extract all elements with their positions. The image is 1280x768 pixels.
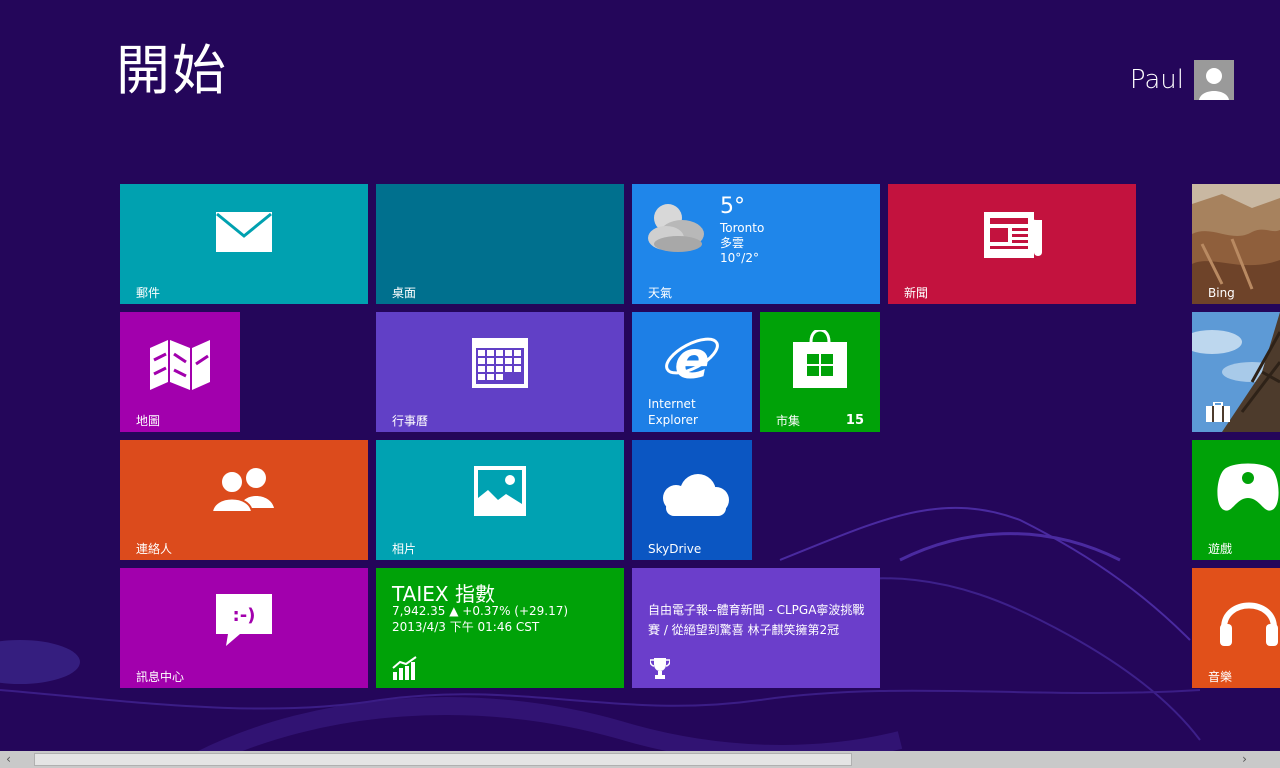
people-icon [212, 468, 274, 512]
tile-mail[interactable]: 郵件 [120, 184, 368, 304]
tile-weather[interactable]: 5° Toronto 多雲 10°/2° 天氣 [632, 184, 880, 304]
user-silhouette-icon [1199, 68, 1229, 100]
tile-calendar[interactable]: 行事曆 [376, 312, 624, 432]
bing-landscape-image [1192, 184, 1280, 304]
game-controller-icon [1217, 463, 1279, 511]
internet-explorer-icon: e [665, 332, 719, 390]
tile-news[interactable]: 新聞 [888, 184, 1136, 304]
weather-city: Toronto [720, 221, 765, 235]
tile-label: 郵件 [136, 285, 161, 300]
tile-label: 連絡人 [136, 541, 173, 556]
tile-photos[interactable]: 相片 [376, 440, 624, 560]
tile-sports[interactable]: 自由電子報--體育新聞 - CLPGA寧波挑戰賽 / 從絕望到驚喜 林子麒笑擁第… [632, 568, 880, 688]
tile-maps[interactable]: 地圖 [120, 312, 240, 432]
finance-timestamp: 2013/4/3 下午 01:46 CST [392, 620, 540, 634]
tile-store[interactable]: 市集 15 [760, 312, 880, 432]
user-name: Paul [1129, 65, 1184, 95]
finance-chart-icon [392, 656, 417, 680]
cloudy-weather-icon [648, 204, 704, 252]
finance-value: 7,942.35 ▲ +0.37% (+29.17) [392, 604, 569, 618]
scroll-right-arrow-icon[interactable]: › [1236, 751, 1253, 768]
tile-music[interactable]: 音樂 [1192, 568, 1280, 688]
map-icon [150, 340, 210, 390]
tile-label-line2: Explorer [648, 413, 698, 427]
tile-games[interactable]: 遊戲 [1192, 440, 1280, 560]
trophy-icon [650, 658, 670, 679]
weather-temperature: 5° [720, 194, 745, 219]
weather-condition: 多雲 [720, 236, 745, 250]
calendar-icon [472, 338, 528, 388]
scroll-left-arrow-icon[interactable]: ‹ [0, 751, 17, 768]
scrollbar-thumb[interactable] [34, 753, 852, 766]
headphones-icon [1220, 602, 1278, 646]
avatar[interactable] [1194, 60, 1234, 100]
tile-label: Bing [1208, 285, 1235, 300]
tile-label: 相片 [392, 541, 417, 556]
tile-label: 地圖 [136, 413, 161, 428]
photos-icon [474, 466, 526, 516]
tile-label: 天氣 [648, 285, 673, 300]
tile-label: 訊息中心 [136, 669, 185, 684]
page-title: 開始 [116, 39, 228, 102]
tile-bing[interactable]: Bing [1192, 184, 1280, 304]
tile-internet-explorer[interactable]: e Internet Explorer [632, 312, 752, 432]
tile-label: 音樂 [1208, 669, 1233, 684]
cloud-icon [663, 474, 729, 516]
store-update-count: 15 [845, 413, 864, 428]
sports-headline: 自由電子報--體育新聞 - CLPGA寧波挑戰賽 / 從絕望到驚喜 林子麒笑擁第… [648, 603, 865, 637]
tile-label: 市集 [776, 413, 801, 428]
tile-people[interactable]: 連絡人 [120, 440, 368, 560]
tile-label: 桌面 [392, 285, 417, 300]
svg-text:e: e [674, 332, 709, 390]
suitcase-icon [1206, 402, 1230, 422]
svg-text::-): :-) [233, 605, 256, 626]
tile-skydrive[interactable]: SkyDrive [632, 440, 752, 560]
tile-label: 遊戲 [1208, 541, 1233, 556]
tile-label: 行事曆 [392, 413, 429, 428]
tile-finance[interactable]: TAIEX 指數 7,942.35 ▲ +0.37% (+29.17) 2013… [376, 568, 624, 688]
tile-desktop[interactable]: 桌面 [376, 184, 624, 304]
messaging-icon: :-) [216, 594, 272, 646]
tile-label: 新聞 [904, 285, 929, 300]
tile-label: SkyDrive [648, 541, 702, 556]
tile-travel[interactable] [1192, 312, 1280, 432]
finance-title: TAIEX 指數 [392, 582, 495, 606]
user-account[interactable]: Paul [1130, 60, 1234, 100]
newspaper-icon [984, 212, 1042, 258]
store-bag-icon [793, 330, 847, 388]
weather-range: 10°/2° [720, 251, 759, 265]
tile-messaging[interactable]: :-) 訊息中心 [120, 568, 368, 688]
tile-label: Internet Explorer [648, 396, 698, 428]
start-screen: 開始 Paul 郵件 地圖 連絡人:-) 訊息中心 桌面 行事曆 相片 TAI… [0, 0, 1280, 768]
mail-icon [216, 212, 272, 252]
horizontal-scrollbar[interactable]: ‹ › [0, 751, 1280, 768]
tile-label-line1: Internet [648, 397, 696, 411]
